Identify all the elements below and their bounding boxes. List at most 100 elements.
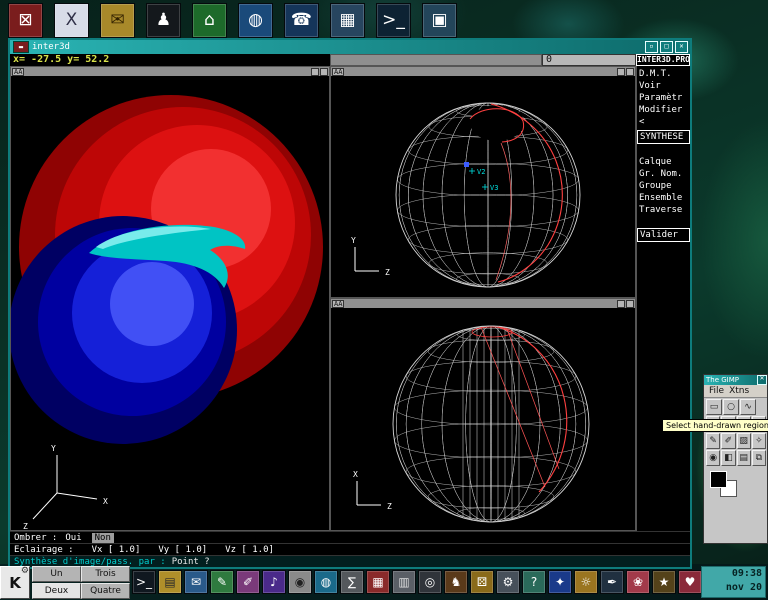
window-titlebar[interactable]: ▬ inter3d ▫ □ ✕ xyxy=(10,40,690,54)
viewport-maximize-button[interactable] xyxy=(626,68,634,76)
browser-icon[interactable]: ✦ xyxy=(548,570,572,594)
cd-player-icon[interactable]: ◉ xyxy=(288,570,312,594)
ombrer-non-option[interactable]: Non xyxy=(92,533,114,543)
calculator-icon[interactable]: ∑ xyxy=(340,570,364,594)
viewport-minimize-button[interactable] xyxy=(617,68,625,76)
menu-item-ensemble[interactable]: Ensemble xyxy=(637,192,690,204)
menu-item-groupe[interactable]: Groupe xyxy=(637,180,690,192)
camera-icon[interactable]: ◎ xyxy=(418,570,442,594)
pager-desktop-deux[interactable]: Deux xyxy=(32,583,81,599)
minimize-button[interactable]: ▫ xyxy=(645,41,658,53)
coordinate-bar: x= -27.5 y= 52.2 0 INTER3D.PRO xyxy=(10,54,690,66)
text-editor-icon[interactable]: ✎ xyxy=(210,570,234,594)
settings-icon[interactable]: ⚙ xyxy=(496,570,520,594)
menu-item-[interactable]: < xyxy=(637,116,690,128)
printer-icon[interactable]: ▥ xyxy=(392,570,416,594)
pen-icon[interactable]: ✒ xyxy=(600,570,624,594)
ellipse-select-tool-icon[interactable]: ○ xyxy=(723,399,739,415)
k-menu-button[interactable]: K ⚙ xyxy=(0,566,30,599)
chess-icon[interactable]: ♞ xyxy=(444,570,468,594)
window-menu-button[interactable]: ▬ xyxy=(13,41,29,53)
clone-tool-icon[interactable]: ⧉ xyxy=(752,450,766,466)
eraser-tool-icon[interactable]: ▨ xyxy=(737,433,751,449)
viewport-minimize-button[interactable] xyxy=(617,300,625,308)
help-icon-glyph: ? xyxy=(531,576,537,588)
flower-icon[interactable]: ❀ xyxy=(626,570,650,594)
vx-value[interactable]: Vx [ 1.0] xyxy=(92,544,141,556)
mail-icon[interactable]: ✉ xyxy=(100,3,135,38)
menu-item-d-m-t[interactable]: D.M.T. xyxy=(637,68,690,80)
globe-icon[interactable]: ◍ xyxy=(238,3,273,38)
music-icon[interactable]: ♪ xyxy=(262,570,286,594)
home-icon[interactable]: ⌂ xyxy=(192,3,227,38)
viewport-maximize-button[interactable] xyxy=(320,68,328,76)
menu-item-param-tr[interactable]: Paramètr xyxy=(637,92,690,104)
color-picker-tool-icon[interactable]: ◉ xyxy=(706,450,720,466)
wireframe-canvas-top[interactable]: V2 V3 Y Z xyxy=(331,77,637,299)
menu-item-valider[interactable]: Valider xyxy=(637,228,690,242)
wireframe-canvas-bottom[interactable]: X Z xyxy=(331,309,637,532)
archive-icon[interactable]: ▦ xyxy=(330,3,365,38)
pager-desktop-un[interactable]: Un xyxy=(32,566,81,582)
rect-select-tool-icon[interactable]: ▭ xyxy=(706,399,722,415)
foreground-color-swatch[interactable] xyxy=(710,471,727,488)
value-field[interactable]: 0 xyxy=(542,54,636,66)
shaded-viewport[interactable]: AA xyxy=(10,66,330,531)
menu-item-calque[interactable]: Calque xyxy=(637,156,690,168)
gimp-close-button[interactable]: ✕ xyxy=(757,375,767,385)
viewport-maximize-button[interactable] xyxy=(626,300,634,308)
viewport-tag[interactable]: AA xyxy=(332,300,344,308)
maximize-button[interactable]: □ xyxy=(660,41,673,53)
close-button[interactable]: ✕ xyxy=(675,41,688,53)
terminal-icon[interactable]: >_ xyxy=(376,3,411,38)
blend-tool-icon[interactable]: ▤ xyxy=(737,450,751,466)
airbrush-tool-icon[interactable]: ✧ xyxy=(752,433,766,449)
pencil-tool-icon[interactable]: ✎ xyxy=(706,433,720,449)
free-select-tool-icon[interactable]: ∿ xyxy=(740,399,756,415)
tool-row: ◉◧▤⧉ xyxy=(704,450,767,466)
prompt-value[interactable]: Point ? xyxy=(172,556,210,568)
gimp-titlebar[interactable]: The GIMP ✕ xyxy=(704,375,767,385)
pager-desktop-quatre[interactable]: Quatre xyxy=(81,583,130,599)
pager-desktop-trois[interactable]: Trois xyxy=(81,566,130,582)
display-icon[interactable]: ▣ xyxy=(422,3,457,38)
clock-panel[interactable]: 09:38 nov 20 xyxy=(701,566,766,598)
terminal-icon[interactable]: >_ xyxy=(132,570,156,594)
calendar-icon-glyph: ▦ xyxy=(372,576,383,588)
viewport-tag[interactable]: AA xyxy=(332,68,344,76)
calendar-icon[interactable]: ▦ xyxy=(366,570,390,594)
shaded-canvas[interactable]: Y X Z xyxy=(11,77,331,532)
vy-value[interactable]: Vy [ 1.0] xyxy=(158,544,207,556)
logout-icon[interactable]: ⊠ xyxy=(8,3,43,38)
menu-item-voir[interactable]: Voir xyxy=(637,80,690,92)
paint-icon[interactable]: ✐ xyxy=(236,570,260,594)
menu-item-synthese[interactable]: SYNTHESE xyxy=(637,130,690,144)
phone-icon[interactable]: ☎ xyxy=(284,3,319,38)
menu-item-traverse[interactable]: Traverse xyxy=(637,204,690,216)
bucket-fill-tool-icon[interactable]: ◧ xyxy=(721,450,735,466)
gimp-menu-xtns[interactable]: Xtns xyxy=(729,386,749,396)
help-icon[interactable]: ? xyxy=(522,570,546,594)
mail-icon[interactable]: ✉ xyxy=(184,570,208,594)
file-manager-icon[interactable]: ▤ xyxy=(158,570,182,594)
dice-icon[interactable]: ⚄ xyxy=(470,570,494,594)
tux-icon[interactable]: ♟ xyxy=(146,3,181,38)
gimp-menu-file[interactable]: File xyxy=(709,386,724,396)
menu-item-modifier[interactable]: Modifier xyxy=(637,104,690,116)
gimp-tool-grid: ▭○∿✛⊙✂T✎✐▨✧◉◧▤⧉ xyxy=(704,399,767,466)
menu-item-gr-nom[interactable]: Gr. Nom. xyxy=(637,168,690,180)
x11-icon[interactable]: X xyxy=(54,3,89,38)
viewport-minimize-button[interactable] xyxy=(311,68,319,76)
paintbrush-tool-icon[interactable]: ✐ xyxy=(721,433,735,449)
axis-label-z: Z xyxy=(387,502,392,511)
ombrer-oui-option[interactable]: Oui xyxy=(65,532,81,544)
wireframe-viewport-bottom[interactable]: AA X Z xyxy=(330,298,636,531)
star-icon[interactable]: ★ xyxy=(652,570,676,594)
wireframe-viewport-top[interactable]: AA V2 V3 xyxy=(330,66,636,298)
sun-icon[interactable]: ☼ xyxy=(574,570,598,594)
heart-icon[interactable]: ♥ xyxy=(678,570,702,594)
menu-spacer xyxy=(637,146,690,156)
vz-value[interactable]: Vz [ 1.0] xyxy=(225,544,274,556)
viewport-tag[interactable]: AA xyxy=(12,68,24,76)
web-globe-icon[interactable]: ◍ xyxy=(314,570,338,594)
